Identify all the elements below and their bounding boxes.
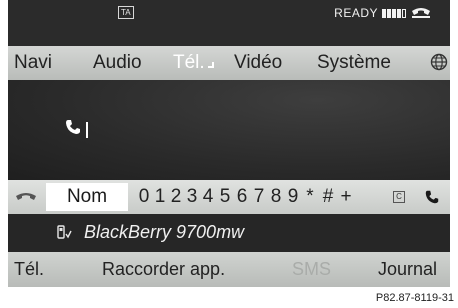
signal-bar-empty	[402, 9, 406, 18]
key-8[interactable]: 8	[269, 185, 283, 209]
bottom-item-sms: SMS	[292, 259, 332, 279]
globe-icon[interactable]	[430, 53, 448, 71]
key-3[interactable]: 3	[185, 185, 199, 209]
phone-call-icon	[66, 120, 80, 134]
traffic-announcement-badge: TA	[118, 6, 134, 19]
name-field[interactable]: Nom	[46, 183, 128, 211]
handset-status-icon	[412, 8, 430, 18]
key-5[interactable]: 5	[218, 185, 232, 209]
clear-key[interactable]: C	[393, 191, 405, 203]
main-menu-bar: Navi Audio Tél. Vidéo Système	[8, 46, 450, 80]
key-9[interactable]: 9	[286, 185, 300, 209]
menu-item-navi[interactable]: Navi	[14, 52, 52, 74]
text-cursor	[86, 122, 88, 138]
signal-bar	[387, 9, 391, 18]
bottom-menu-bar: Tél. Raccorder app. SMS Journal	[8, 252, 450, 287]
menu-item-tel[interactable]: Tél.	[173, 52, 214, 74]
signal-bar	[397, 9, 401, 18]
key-6[interactable]: 6	[235, 185, 249, 209]
mobile-phone-icon	[57, 225, 72, 239]
key-hash[interactable]: #	[321, 185, 335, 209]
dial-input-row: Nom 0 1 2 3 4 5 6 7 8 9 * # + C	[8, 180, 450, 214]
bottom-item-tel[interactable]: Tél.	[14, 258, 44, 280]
signal-bar	[392, 9, 396, 18]
menu-item-tel-label: Tél.	[173, 52, 205, 73]
phone-dial-icon[interactable]	[424, 189, 440, 205]
bottom-item-raccorder-app[interactable]: Raccorder app.	[102, 258, 225, 280]
phone-status-text: READY	[334, 6, 378, 20]
key-0[interactable]: 0	[137, 185, 151, 209]
figure-reference-code: P82.87-8119-31	[375, 292, 454, 304]
phone-hangup-icon[interactable]	[15, 191, 37, 202]
menu-item-audio[interactable]: Audio	[93, 52, 142, 74]
status-bar: TA READY	[8, 0, 450, 46]
bottom-item-journal[interactable]: Journal	[378, 258, 437, 280]
signal-bar	[382, 9, 386, 18]
key-1[interactable]: 1	[153, 185, 167, 209]
comand-display: TA READY Navi Audio Tél. Vidéo Système N…	[8, 0, 450, 287]
active-marker-icon	[207, 62, 214, 68]
key-2[interactable]: 2	[169, 185, 183, 209]
key-plus[interactable]: +	[339, 185, 353, 209]
device-name: BlackBerry 9700mw	[84, 222, 245, 242]
menu-item-video[interactable]: Vidéo	[234, 52, 282, 74]
signal-strength-icon	[382, 9, 407, 18]
key-7[interactable]: 7	[252, 185, 266, 209]
menu-item-systeme[interactable]: Système	[317, 52, 391, 74]
key-4[interactable]: 4	[201, 185, 215, 209]
key-star[interactable]: *	[303, 185, 317, 209]
connected-device-row: BlackBerry 9700mw	[8, 214, 450, 252]
